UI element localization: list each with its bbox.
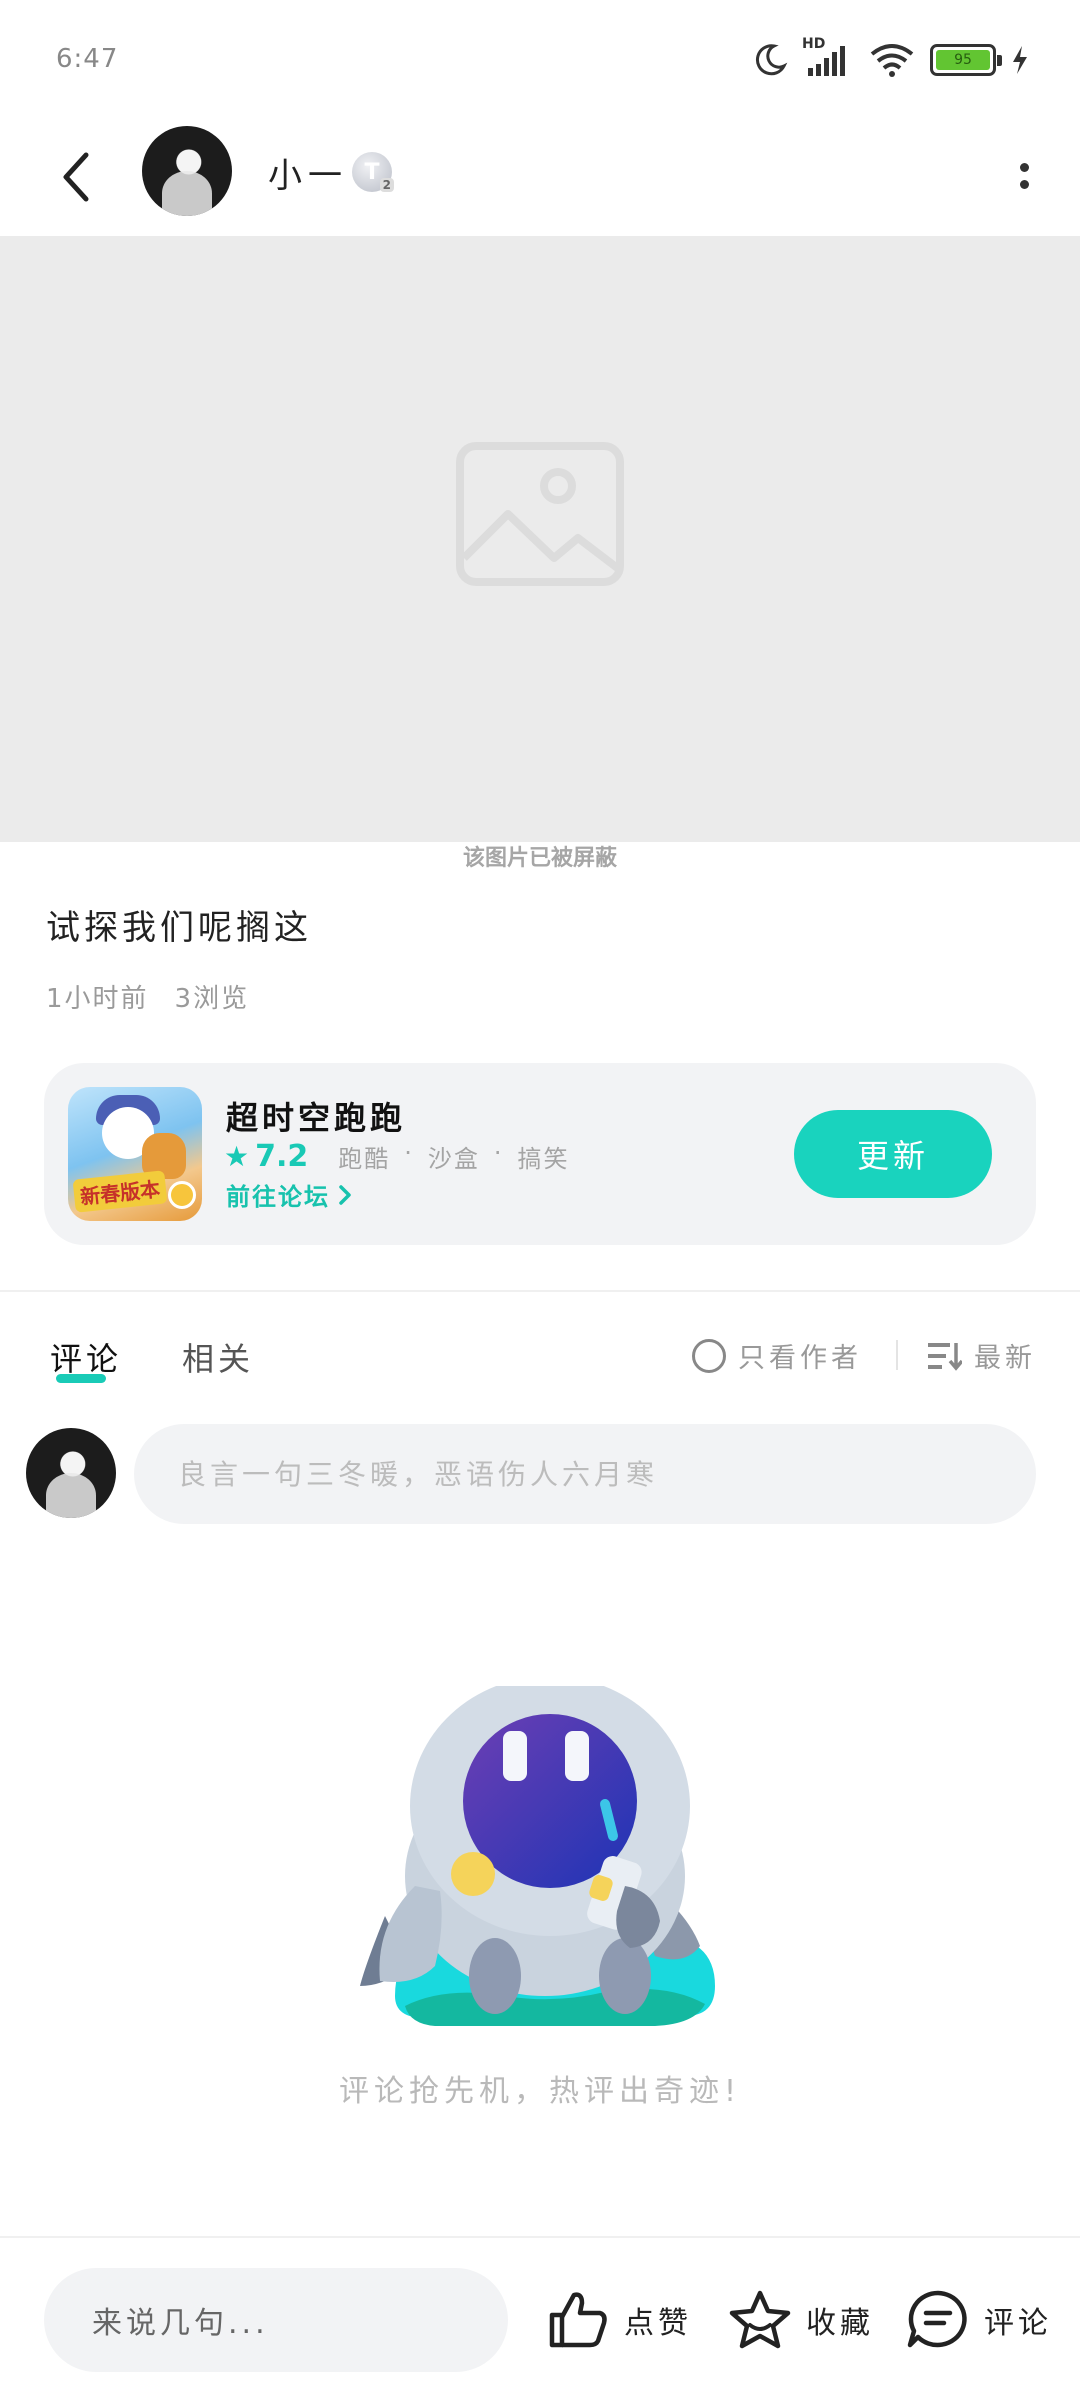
tag-separator: ·	[404, 1139, 414, 1167]
post-time: 1小时前	[46, 984, 149, 1014]
signal-icon: HD	[802, 36, 854, 78]
sort-button[interactable]: 最新	[928, 1336, 1036, 1375]
radio-icon	[692, 1338, 726, 1373]
post-header: 小一 T 2	[0, 118, 1080, 236]
status-bar: 6:47 HD 95	[0, 0, 1080, 118]
post-title: 试探我们呢搁这	[46, 908, 312, 948]
image-placeholder-icon	[456, 442, 624, 586]
bottom-bar-divider	[0, 2236, 1080, 2238]
tab-related[interactable]: 相关	[182, 1334, 254, 1380]
game-icon[interactable]: 新春版本	[68, 1087, 202, 1221]
favorite-label: 收藏	[806, 2306, 874, 2341]
thumb-up-icon	[549, 2292, 607, 2348]
game-card[interactable]: 新春版本 超时空跑跑 ★ 7.2 跑酷 · 沙盒 · 搞笑 前往论坛 更新	[44, 1063, 1036, 1245]
game-tag: 搞笑	[517, 1145, 570, 1173]
quick-comment-input[interactable]: 来说几句...	[44, 2268, 508, 2372]
post-meta: 1小时前 3浏览	[46, 978, 249, 1015]
comment-button[interactable]: 评论	[906, 2284, 1052, 2356]
sort-label: 最新	[974, 1343, 1036, 1374]
author-only-toggle[interactable]: 只看作者	[692, 1336, 862, 1375]
status-time: 6:47	[56, 44, 119, 74]
game-rating: 7.2	[255, 1139, 309, 1174]
status-icons: HD 95	[752, 36, 1030, 84]
like-label: 点赞	[624, 2306, 692, 2341]
level-badge: T 2	[352, 152, 394, 192]
section-divider	[0, 1290, 1080, 1292]
battery-icon: 95	[930, 44, 1002, 76]
forum-link[interactable]: 前往论坛	[226, 1177, 352, 1212]
tag-separator: ·	[493, 1139, 504, 1167]
charging-icon	[1013, 46, 1027, 74]
game-rating-row: ★ 7.2 跑酷 · 沙盒 · 搞笑	[224, 1139, 570, 1174]
back-arrow-icon	[63, 152, 89, 202]
comment-input[interactable]	[134, 1424, 1036, 1524]
my-avatar[interactable]	[26, 1428, 116, 1518]
back-button[interactable]	[46, 144, 106, 210]
forum-link-label: 前往论坛	[226, 1183, 330, 1211]
game-icon-badge: 新春版本	[72, 1170, 168, 1213]
empty-state-message: 评论抢先机，热评出奇迹!	[338, 2074, 742, 2109]
filter-divider	[896, 1340, 898, 1370]
wifi-icon	[870, 44, 914, 77]
star-outline-icon	[729, 2290, 791, 2349]
level-badge-letter: T	[364, 159, 380, 185]
post-views: 3浏览	[174, 984, 250, 1014]
game-tag: 沙盒	[427, 1145, 480, 1173]
star-icon: ★	[224, 1139, 250, 1173]
comment-label: 评论	[984, 2306, 1052, 2341]
blocked-image-text: 该图片已被屏蔽	[462, 846, 617, 871]
game-tags: 跑酷 · 沙盒 · 搞笑	[338, 1139, 569, 1174]
update-button[interactable]: 更新	[794, 1110, 992, 1198]
empty-state-mascot	[360, 1686, 715, 2026]
favorite-button[interactable]: 收藏	[728, 2284, 874, 2356]
more-vertical-icon	[1019, 163, 1029, 172]
blocked-image[interactable]: 该图片已被屏蔽	[0, 236, 1080, 871]
more-options-button[interactable]	[1004, 148, 1044, 204]
game-name[interactable]: 超时空跑跑	[226, 1093, 406, 1139]
game-tag: 跑酷	[338, 1145, 391, 1173]
like-button[interactable]: 点赞	[548, 2284, 692, 2356]
author-avatar[interactable]	[142, 126, 232, 216]
active-tab-indicator	[56, 1374, 106, 1383]
level-badge-number: 2	[379, 178, 394, 192]
author-name[interactable]: 小一	[268, 148, 348, 197]
moon-icon	[755, 44, 788, 76]
sort-icon	[928, 1342, 962, 1371]
chevron-right-icon	[339, 1184, 351, 1205]
author-only-label: 只看作者	[738, 1343, 862, 1374]
comment-bubble-icon	[907, 2290, 967, 2348]
battery-level: 95	[936, 50, 990, 70]
